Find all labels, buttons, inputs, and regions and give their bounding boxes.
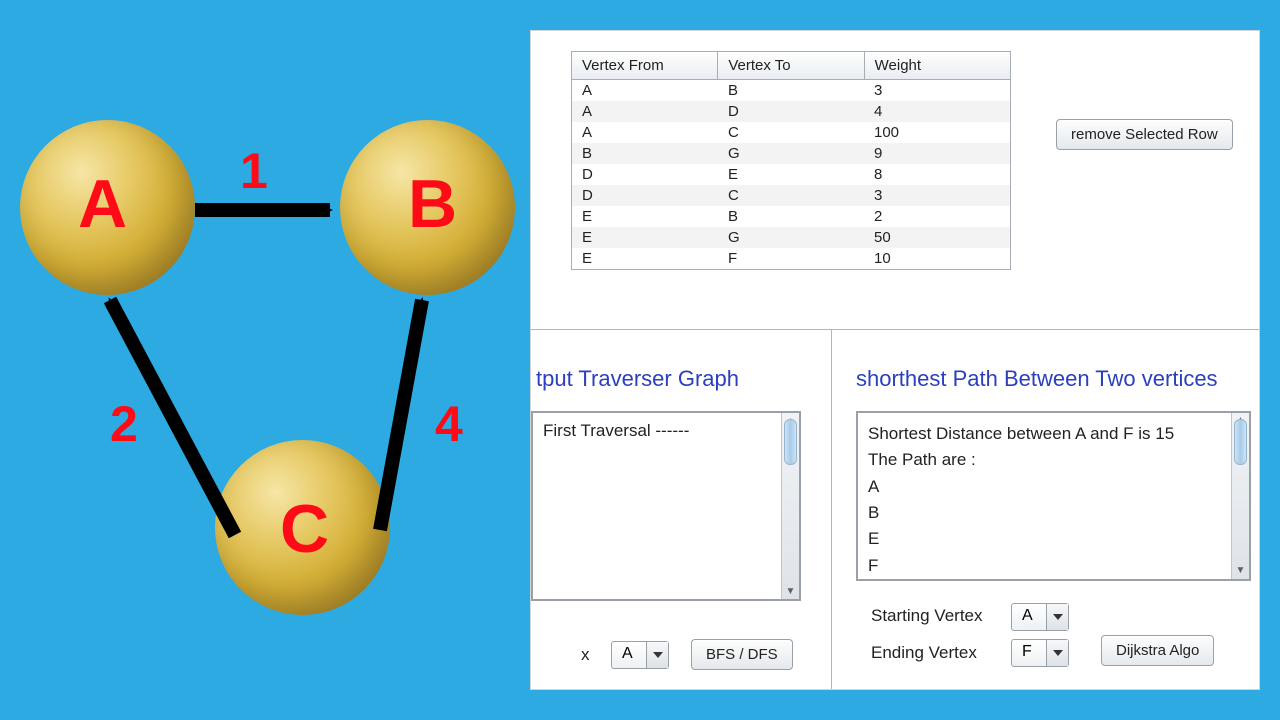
starting-vertex-label: Starting Vertex: [871, 606, 983, 626]
graph-edge-cb-weight: 4: [435, 395, 463, 453]
cell-weight: 9: [864, 143, 1010, 164]
cell-from: E: [572, 248, 718, 269]
remove-selected-row-button[interactable]: remove Selected Row: [1056, 119, 1233, 150]
stage: A B C 1 2 4 Vertex From Vertex To Weight: [0, 0, 1280, 720]
graph-edges: [0, 0, 530, 720]
cell-from: A: [572, 80, 718, 101]
cell-to: B: [718, 80, 864, 101]
app-panel: Vertex From Vertex To Weight AB3AD4AC100…: [530, 30, 1260, 690]
traverser-start-value: A: [612, 642, 646, 668]
cell-from: B: [572, 143, 718, 164]
table-row[interactable]: BG9: [572, 143, 1010, 164]
shortest-output-line: Shortest Distance between A and F is 15: [868, 421, 1239, 447]
cell-from: A: [572, 101, 718, 122]
shortest-title: shorthest Path Between Two vertices: [856, 366, 1218, 392]
shortest-output-line: A: [868, 474, 1239, 500]
scroll-down-icon[interactable]: ▼: [782, 583, 799, 599]
cell-from: D: [572, 185, 718, 206]
table-row[interactable]: EB2: [572, 206, 1010, 227]
dijkstra-button[interactable]: Dijkstra Algo: [1101, 635, 1214, 666]
cell-weight: 50: [864, 227, 1010, 248]
edges-table[interactable]: Vertex From Vertex To Weight AB3AD4AC100…: [571, 51, 1011, 270]
cell-to: C: [718, 122, 864, 143]
shortest-output[interactable]: Shortest Distance between A and F is 15 …: [856, 411, 1251, 581]
cell-from: D: [572, 164, 718, 185]
graph-edge-ab-weight: 1: [240, 142, 268, 200]
cell-weight: 3: [864, 185, 1010, 206]
table-row[interactable]: AB3: [572, 80, 1010, 101]
shortest-output-line: B: [868, 500, 1239, 526]
cell-to: E: [718, 164, 864, 185]
bfs-dfs-button[interactable]: BFS / DFS: [691, 639, 793, 670]
shortest-output-line: E: [868, 526, 1239, 552]
scroll-down-icon[interactable]: ▼: [1232, 563, 1249, 579]
graph-node-a-label: A: [78, 165, 127, 243]
cell-to: B: [718, 206, 864, 227]
graph-node-b-label: B: [408, 165, 457, 243]
table-row[interactable]: EG50: [572, 227, 1010, 248]
table-row[interactable]: DE8: [572, 164, 1010, 185]
traverser-x-label: x: [581, 645, 590, 665]
cell-to: G: [718, 227, 864, 248]
table-row[interactable]: DC3: [572, 185, 1010, 206]
cell-from: E: [572, 206, 718, 227]
col-to[interactable]: Vertex To: [718, 52, 864, 80]
col-weight[interactable]: Weight: [865, 52, 1010, 80]
traverser-output[interactable]: First Traversal ------ ▲ ▼: [531, 411, 801, 601]
ending-vertex-value: F: [1012, 640, 1046, 666]
cell-from: A: [572, 122, 718, 143]
cell-weight: 3: [864, 80, 1010, 101]
cell-to: G: [718, 143, 864, 164]
cell-weight: 10: [864, 248, 1010, 269]
table-row[interactable]: AD4: [572, 101, 1010, 122]
cell-to: D: [718, 101, 864, 122]
ending-vertex-combo[interactable]: F: [1011, 639, 1069, 667]
cell-to: C: [718, 185, 864, 206]
horizontal-divider: [531, 329, 1259, 330]
graph-edge-ca-weight: 2: [110, 395, 138, 453]
chevron-down-icon[interactable]: [1046, 604, 1068, 630]
shortest-scrollbar[interactable]: ▲ ▼: [1231, 413, 1249, 579]
chevron-down-icon[interactable]: [646, 642, 668, 668]
starting-vertex-value: A: [1012, 604, 1046, 630]
table-header: Vertex From Vertex To Weight: [572, 52, 1010, 80]
table-row[interactable]: AC100: [572, 122, 1010, 143]
cell-weight: 100: [864, 122, 1010, 143]
cell-to: F: [718, 248, 864, 269]
ending-vertex-label: Ending Vertex: [871, 643, 977, 663]
col-from[interactable]: Vertex From: [572, 52, 718, 80]
cell-from: E: [572, 227, 718, 248]
table-row[interactable]: EF10: [572, 248, 1010, 269]
traverser-scrollbar[interactable]: ▲ ▼: [781, 413, 799, 599]
cell-weight: 2: [864, 206, 1010, 227]
graph-node-c-label: C: [280, 490, 329, 568]
traverser-title: tput Traverser Graph: [536, 366, 739, 392]
shortest-output-line: The Path are :: [868, 447, 1239, 473]
chevron-down-icon[interactable]: [1046, 640, 1068, 666]
cell-weight: 4: [864, 101, 1010, 122]
vertical-divider: [831, 329, 832, 689]
cell-weight: 8: [864, 164, 1010, 185]
traverser-start-combo[interactable]: A: [611, 641, 669, 669]
scroll-thumb[interactable]: [1234, 419, 1247, 465]
starting-vertex-combo[interactable]: A: [1011, 603, 1069, 631]
scroll-thumb[interactable]: [784, 419, 797, 465]
traverser-output-text: First Traversal ------: [543, 421, 689, 440]
shortest-output-line: F: [868, 553, 1239, 579]
